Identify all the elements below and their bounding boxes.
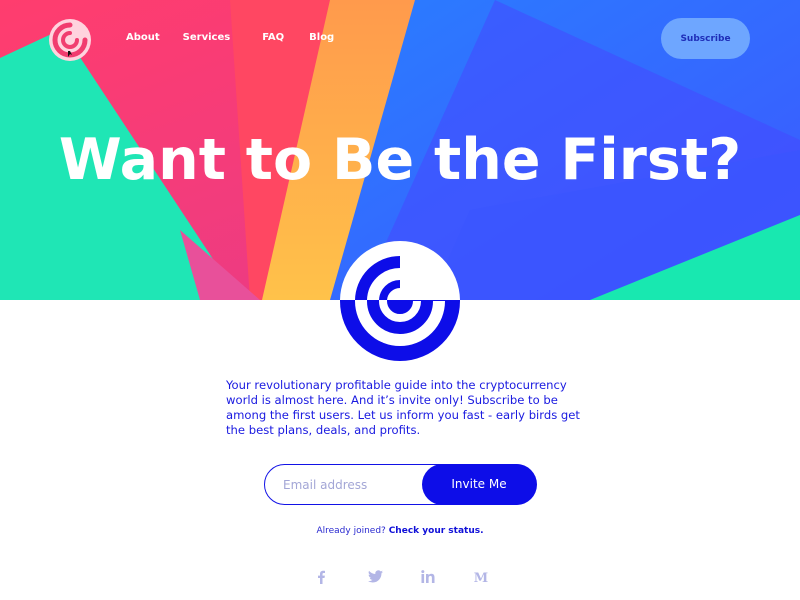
- svg-text:M: M: [474, 571, 488, 583]
- facebook-icon[interactable]: [311, 568, 331, 584]
- brand-emblem-icon: [339, 240, 461, 362]
- nav-links: About Services FAQ Blog: [126, 31, 334, 45]
- nav-link-faq[interactable]: FAQ: [262, 31, 284, 45]
- invite-me-button[interactable]: Invite Me: [421, 463, 537, 505]
- email-field[interactable]: [283, 475, 413, 495]
- linkedin-icon[interactable]: [418, 568, 438, 583]
- intro-description: Your revolutionary profitable guide into…: [226, 378, 580, 437]
- nav-link-about[interactable]: About: [126, 31, 160, 45]
- status-prefix: Already joined?: [316, 526, 386, 536]
- medium-icon[interactable]: M: [471, 568, 491, 583]
- nav-link-services[interactable]: Services: [183, 31, 231, 45]
- top-navigation: About Services FAQ Blog Subscribe: [0, 0, 800, 80]
- hero-headline: Want to Be the First?: [58, 127, 742, 193]
- check-status-link[interactable]: Check your status.: [389, 526, 484, 536]
- nav-link-blog[interactable]: Blog: [309, 31, 334, 45]
- invite-form: Invite Me: [264, 463, 537, 505]
- subscribe-button[interactable]: Subscribe: [661, 18, 750, 59]
- twitter-icon[interactable]: [365, 568, 385, 583]
- brand-logo-icon[interactable]: [48, 18, 92, 62]
- social-links: M: [0, 568, 800, 588]
- status-line: Already joined? Check your status.: [0, 526, 800, 536]
